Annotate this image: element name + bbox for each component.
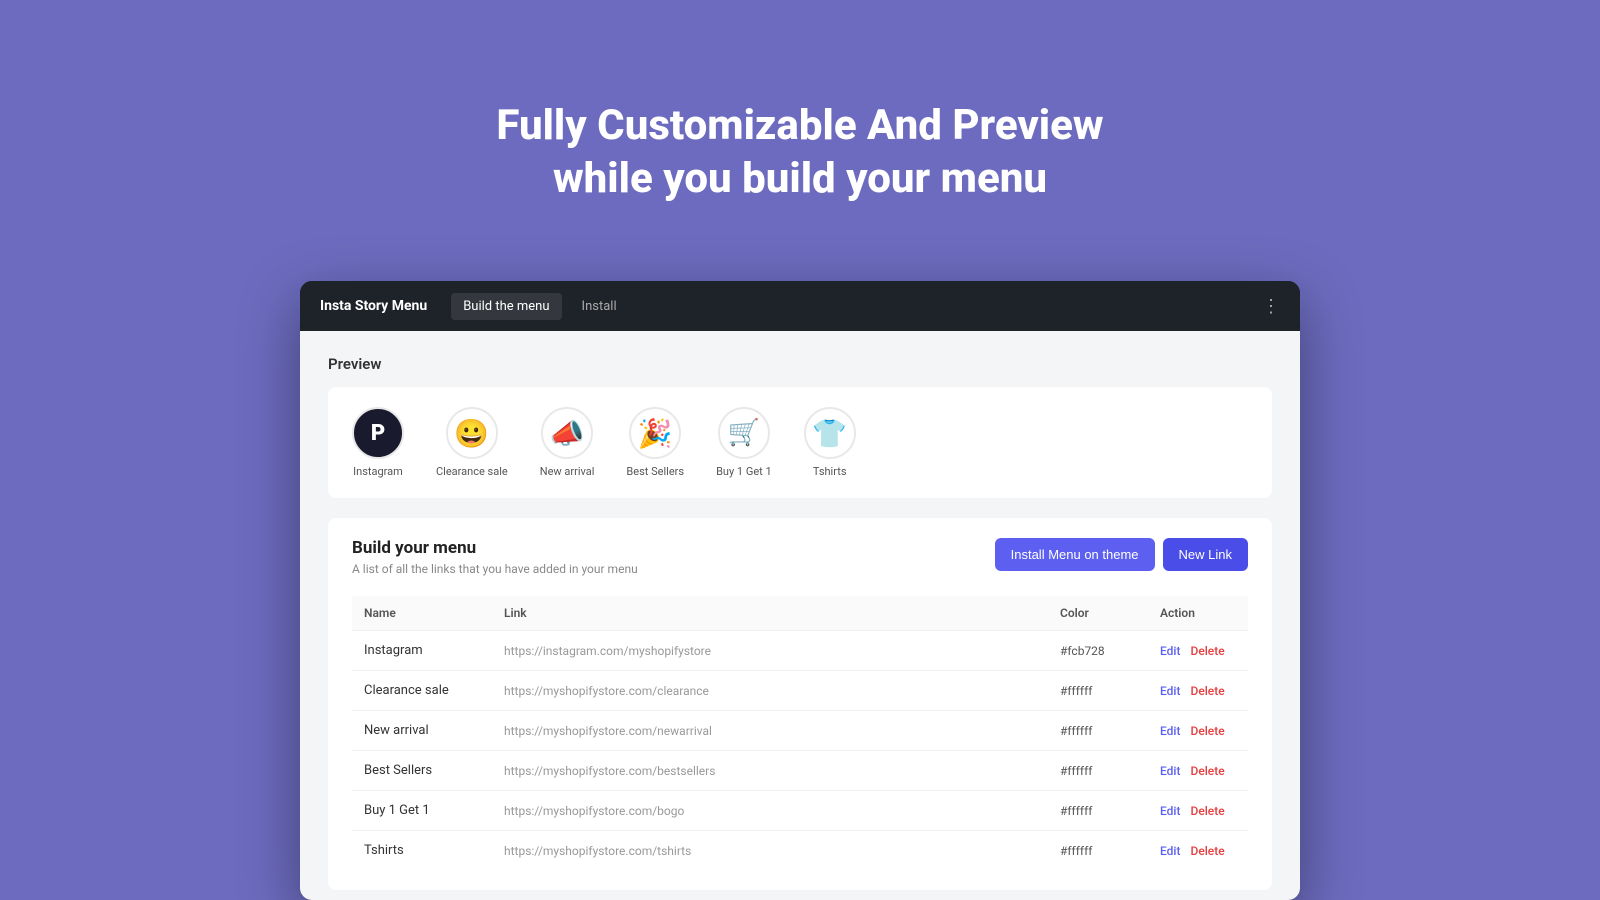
preview-icon-bogo: 🛒 [718, 407, 770, 459]
th-name: Name [352, 596, 492, 631]
build-section: Build your menu A list of all the links … [328, 518, 1272, 890]
td-actions-5: Edit Delete [1148, 831, 1248, 871]
td-name-4: Buy 1 Get 1 [352, 791, 492, 831]
preview-item-newarrival[interactable]: 📣 New arrival [540, 407, 595, 478]
td-name-5: Tshirts [352, 831, 492, 871]
td-color-1: #ffffff [1048, 671, 1148, 711]
delete-button-2[interactable]: Delete [1190, 724, 1224, 738]
preview-item-bestsellers[interactable]: 🎉 Best Sellers [626, 407, 684, 478]
preview-icon-bestsellers: 🎉 [629, 407, 681, 459]
install-menu-button[interactable]: Install Menu on theme [995, 538, 1155, 571]
table-row: Best Sellers https://myshopifystore.com/… [352, 751, 1248, 791]
edit-button-4[interactable]: Edit [1160, 804, 1180, 818]
preview-icon-tshirts: 👕 [804, 407, 856, 459]
nav-more-icon[interactable]: ⋮ [1262, 296, 1280, 317]
preview-label-bogo: Buy 1 Get 1 [716, 465, 772, 478]
build-header: Build your menu A list of all the links … [352, 538, 1248, 576]
td-color-0: #fcb728 [1048, 631, 1148, 671]
table-row: Instagram https://instagram.com/myshopif… [352, 631, 1248, 671]
preview-icon-instagram: P [352, 407, 404, 459]
edit-button-1[interactable]: Edit [1160, 684, 1180, 698]
new-link-button[interactable]: New Link [1163, 538, 1248, 571]
edit-button-0[interactable]: Edit [1160, 644, 1180, 658]
build-header-actions: Install Menu on theme New Link [995, 538, 1248, 571]
build-subtitle: A list of all the links that you have ad… [352, 562, 638, 576]
td-name-0: Instagram [352, 631, 492, 671]
td-actions-0: Edit Delete [1148, 631, 1248, 671]
th-color: Color [1048, 596, 1148, 631]
td-actions-1: Edit Delete [1148, 671, 1248, 711]
table-row: New arrival https://myshopifystore.com/n… [352, 711, 1248, 751]
build-header-left: Build your menu A list of all the links … [352, 538, 638, 576]
app-window: Insta Story Menu Build the menu Install … [300, 281, 1300, 900]
nav-tab-install[interactable]: Install [570, 293, 629, 320]
preview-label-tshirts: Tshirts [813, 465, 847, 478]
hero-title-line1: Fully Customizable And Preview [496, 100, 1103, 153]
preview-item-tshirts[interactable]: 👕 Tshirts [804, 407, 856, 478]
td-name-1: Clearance sale [352, 671, 492, 711]
td-color-5: #ffffff [1048, 831, 1148, 871]
table-row: Tshirts https://myshopifystore.com/tshir… [352, 831, 1248, 871]
delete-button-4[interactable]: Delete [1190, 804, 1224, 818]
td-color-2: #ffffff [1048, 711, 1148, 751]
preview-icon-newarrival: 📣 [541, 407, 593, 459]
td-color-4: #ffffff [1048, 791, 1148, 831]
td-link-4: https://myshopifystore.com/bogo [492, 791, 1048, 831]
table-row: Clearance sale https://myshopifystore.co… [352, 671, 1248, 711]
table-header: Name Link Color Action [352, 596, 1248, 631]
table-body: Instagram https://instagram.com/myshopif… [352, 631, 1248, 871]
nav-tab-build[interactable]: Build the menu [451, 293, 561, 320]
td-name-3: Best Sellers [352, 751, 492, 791]
delete-button-1[interactable]: Delete [1190, 684, 1224, 698]
td-actions-2: Edit Delete [1148, 711, 1248, 751]
main-content: Preview P Instagram 😀 Clearance sale 📣 N… [300, 331, 1300, 900]
td-link-0: https://instagram.com/myshopifystore [492, 631, 1048, 671]
preview-label-newarrival: New arrival [540, 465, 595, 478]
menu-table: Name Link Color Action Instagram https:/… [352, 596, 1248, 870]
th-link: Link [492, 596, 1048, 631]
hero-title: Fully Customizable And Preview while you… [496, 100, 1103, 205]
nav-brand: Insta Story Menu [320, 298, 427, 314]
td-name-2: New arrival [352, 711, 492, 751]
preview-item-clearance[interactable]: 😀 Clearance sale [436, 407, 508, 478]
edit-button-2[interactable]: Edit [1160, 724, 1180, 738]
th-action: Action [1148, 596, 1248, 631]
hero-title-line2: while you build your menu [496, 153, 1103, 206]
preview-icon-clearance: 😀 [446, 407, 498, 459]
preview-item-bogo[interactable]: 🛒 Buy 1 Get 1 [716, 407, 772, 478]
preview-item-instagram[interactable]: P Instagram [352, 407, 404, 478]
edit-button-5[interactable]: Edit [1160, 844, 1180, 858]
preview-container: P Instagram 😀 Clearance sale 📣 New arriv… [328, 387, 1272, 498]
table-row: Buy 1 Get 1 https://myshopifystore.com/b… [352, 791, 1248, 831]
td-actions-4: Edit Delete [1148, 791, 1248, 831]
hero-section: Fully Customizable And Preview while you… [496, 50, 1103, 245]
delete-button-0[interactable]: Delete [1190, 644, 1224, 658]
td-link-2: https://myshopifystore.com/newarrival [492, 711, 1048, 751]
td-link-1: https://myshopifystore.com/clearance [492, 671, 1048, 711]
nav-bar: Insta Story Menu Build the menu Install … [300, 281, 1300, 331]
delete-button-3[interactable]: Delete [1190, 764, 1224, 778]
preview-label-instagram: Instagram [353, 465, 403, 478]
edit-button-3[interactable]: Edit [1160, 764, 1180, 778]
preview-label-bestsellers: Best Sellers [626, 465, 684, 478]
delete-button-5[interactable]: Delete [1190, 844, 1224, 858]
preview-label-clearance: Clearance sale [436, 465, 508, 478]
td-color-3: #ffffff [1048, 751, 1148, 791]
td-link-3: https://myshopifystore.com/bestsellers [492, 751, 1048, 791]
preview-section-title: Preview [328, 355, 1272, 373]
td-link-5: https://myshopifystore.com/tshirts [492, 831, 1048, 871]
td-actions-3: Edit Delete [1148, 751, 1248, 791]
build-title: Build your menu [352, 538, 638, 558]
